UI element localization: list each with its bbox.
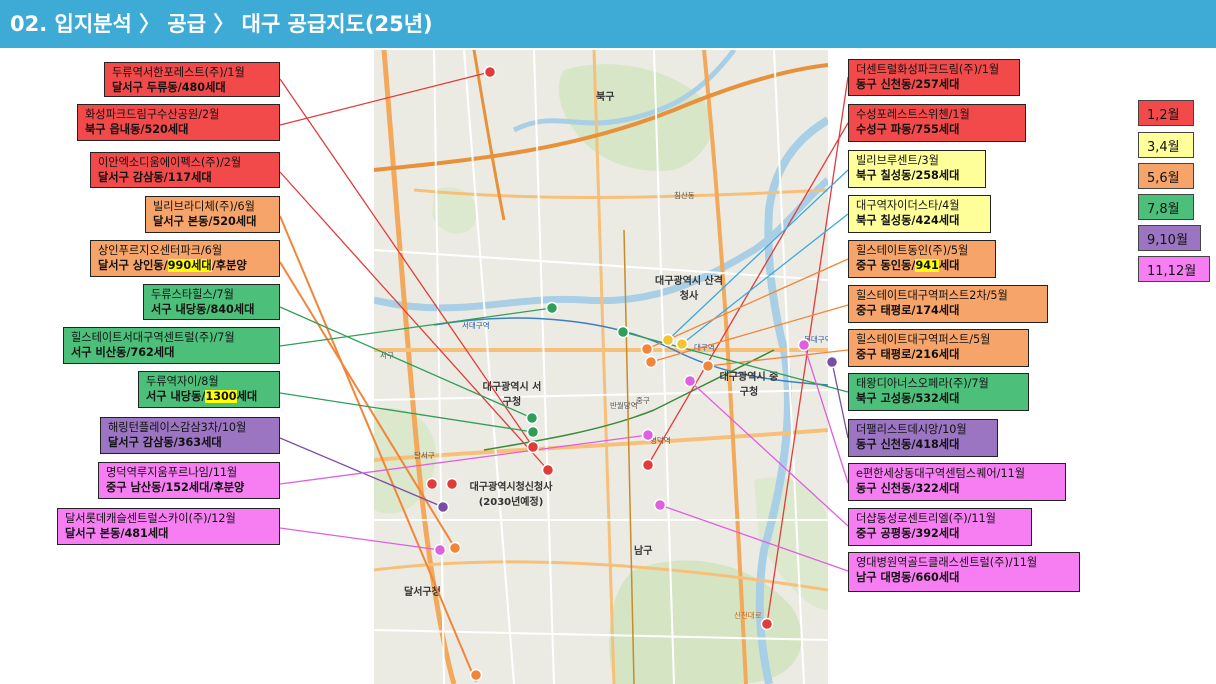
supply-box-detail: 달서구 감삼동/363세대 [108, 436, 222, 449]
supply-box-name: 대구역자이더스타/4월 [856, 199, 960, 212]
legend-item-5-6: 5,6월 [1138, 163, 1194, 189]
supply-box-left-2[interactable]: 이안엑소디움에이펙스(주)/2월 달서구 감삼동/117세대 [90, 152, 280, 188]
supply-box-detail: 북구 칠성동/424세대 [856, 214, 960, 227]
supply-box-detail: 동구 신천동/322세대 [856, 482, 960, 495]
supply-box-detail: 서구 내당동/1300세대 [146, 389, 273, 404]
supply-box-detail: 달서구 본동/520세대 [153, 215, 257, 228]
supply-box-detail: 중구 남산동/152세대/후분양 [106, 481, 245, 494]
supply-box-right-10[interactable]: 더샵동성로센트리엘(주)/11월 중구 공평동/392세대 [848, 508, 1032, 546]
supply-box-right-1[interactable]: 수성포레스트스위첸/1월 수성구 파동/755세대 [848, 104, 1026, 142]
detail-suffix: 세대 [236, 390, 258, 403]
supply-box-name: 두류역서한포레스트(주)/1월 [112, 66, 245, 79]
supply-box-right-9[interactable]: e편한세상동대구역센텀스퀘어/11월 동구 신천동/322세대 [848, 463, 1066, 501]
supply-box-name: 영대병원역골드클래스센트럴(주)/11월 [856, 556, 1038, 569]
legend-item-1-2: 1,2월 [1138, 100, 1194, 126]
supply-box-name: 힐스테이트대구역퍼스트/5월 [856, 333, 991, 346]
supply-box-right-6[interactable]: 힐스테이트대구역퍼스트/5월 중구 태평로/216세대 [848, 329, 1029, 367]
supply-box-name: 두류역자이/8월 [146, 375, 219, 388]
detail-prefix: 달서구 상인동/ [98, 259, 168, 272]
detail-suffix: /후분양 [211, 259, 247, 272]
supply-box-name: 상인푸르지오센터파크/6월 [98, 244, 223, 257]
supply-box-detail: 북구 읍내동/520세대 [85, 123, 189, 136]
supply-box-name: 명덕역루지움푸르나임/11월 [106, 466, 238, 479]
detail-highlight: 990세대 [167, 259, 212, 272]
supply-box-detail: 달서구 감삼동/117세대 [98, 171, 212, 184]
legend-item-9-10: 9,10월 [1138, 225, 1201, 251]
supply-box-name: 해링턴플레이스감삼3차/10월 [108, 421, 247, 434]
supply-box-detail: 북구 고성동/532세대 [856, 392, 960, 405]
supply-box-detail: 달서구 두류동/480세대 [112, 81, 226, 94]
supply-box-detail: 동구 신천동/418세대 [856, 438, 960, 451]
supply-box-detail: 수성구 파동/755세대 [856, 123, 960, 136]
supply-box-right-8[interactable]: 더팰리스트데시앙/10월 동구 신천동/418세대 [848, 419, 998, 457]
supply-box-name: 힐스테이트대구역퍼스트2차/5월 [856, 289, 1008, 302]
supply-box-right-7[interactable]: 태왕디아너스오페라(주)/7월 북구 고성동/532세대 [848, 373, 1029, 411]
supply-box-name: 이안엑소디움에이펙스(주)/2월 [98, 156, 242, 169]
supply-box-name: 힐스테이트동인(주)/5월 [856, 244, 969, 257]
supply-box-left-9[interactable]: 명덕역루지움푸르나임/11월 중구 남산동/152세대/후분양 [98, 462, 280, 499]
supply-box-name: e편한세상동대구역센텀스퀘어/11월 [856, 467, 1025, 480]
supply-box-detail: 서구 비산동/762세대 [71, 346, 175, 359]
supply-box-name: 더샵동성로센트리엘(주)/11월 [856, 512, 996, 525]
detail-highlight: 1300 [205, 390, 237, 403]
supply-box-detail: 달서구 상인동/990세대/후분양 [98, 258, 273, 273]
supply-box-right-2[interactable]: 빌리브루센트/3월 북구 칠성동/258세대 [848, 150, 986, 188]
supply-box-left-0[interactable]: 두류역서한포레스트(주)/1월 달서구 두류동/480세대 [104, 62, 280, 97]
supply-box-name: 달서롯데캐슬센트럴스카이(주)/12월 [65, 512, 236, 525]
supply-box-detail: 중구 태평로/174세대 [856, 304, 960, 317]
supply-box-name: 두류스타힐스/7월 [151, 288, 234, 301]
supply-box-right-0[interactable]: 더센트럴화성파크드림(주)/1월 동구 신천동/257세대 [848, 59, 1020, 96]
detail-prefix: 중구 동인동/ [856, 259, 916, 272]
supply-box-name: 빌리브라디체(주)/6월 [153, 200, 255, 213]
supply-box-right-5[interactable]: 힐스테이트대구역퍼스트2차/5월 중구 태평로/174세대 [848, 285, 1048, 323]
supply-box-left-8[interactable]: 해링턴플레이스감삼3차/10월 달서구 감삼동/363세대 [100, 417, 280, 454]
supply-box-name: 화성파크드림구수산공원/2월 [85, 108, 220, 121]
detail-prefix: 서구 내당동/ [146, 390, 206, 403]
supply-box-name: 빌리브루센트/3월 [856, 154, 939, 167]
supply-box-left-6[interactable]: 힐스테이트서대구역센트럴(주)/7월 서구 비산동/762세대 [63, 327, 280, 364]
supply-box-detail: 동구 신천동/257세대 [856, 78, 960, 91]
supply-box-detail: 달서구 본동/481세대 [65, 527, 169, 540]
supply-box-detail: 남구 대명동/660세대 [856, 571, 960, 584]
supply-box-left-3[interactable]: 빌리브라디체(주)/6월 달서구 본동/520세대 [145, 196, 280, 233]
supply-box-left-10[interactable]: 달서롯데캐슬센트럴스카이(주)/12월 달서구 본동/481세대 [57, 508, 280, 545]
supply-box-left-5[interactable]: 두류스타힐스/7월 서구 내당동/840세대 [143, 284, 280, 320]
detail-suffix: 세대 [938, 259, 960, 272]
supply-box-name: 수성포레스트스위첸/1월 [856, 108, 970, 121]
legend-item-3-4: 3,4월 [1138, 132, 1194, 158]
legend-item-7-8: 7,8월 [1138, 194, 1194, 220]
supply-box-detail: 중구 공평동/392세대 [856, 527, 960, 540]
legend-item-11-12: 11,12월 [1138, 256, 1210, 282]
supply-box-detail: 중구 동인동/941세대 [856, 258, 989, 273]
supply-box-name: 태왕디아너스오페라(주)/7월 [856, 377, 989, 390]
supply-box-name: 더센트럴화성파크드림(주)/1월 [856, 63, 1000, 76]
supply-box-left-7[interactable]: 두류역자이/8월 서구 내당동/1300세대 [138, 371, 280, 408]
supply-box-left-4[interactable]: 상인푸르지오센터파크/6월 달서구 상인동/990세대/후분양 [90, 240, 280, 277]
supply-box-right-11[interactable]: 영대병원역골드클래스센트럴(주)/11월 남구 대명동/660세대 [848, 552, 1080, 592]
supply-box-right-4[interactable]: 힐스테이트동인(주)/5월 중구 동인동/941세대 [848, 240, 996, 278]
supply-box-left-1[interactable]: 화성파크드림구수산공원/2월 북구 읍내동/520세대 [77, 104, 280, 141]
detail-highlight: 941 [915, 259, 939, 272]
supply-box-detail: 중구 태평로/216세대 [856, 348, 960, 361]
supply-box-name: 더팰리스트데시앙/10월 [856, 423, 967, 436]
supply-box-right-3[interactable]: 대구역자이더스타/4월 북구 칠성동/424세대 [848, 195, 991, 233]
supply-box-name: 힐스테이트서대구역센트럴(주)/7월 [71, 331, 235, 344]
supply-box-detail: 서구 내당동/840세대 [151, 303, 255, 316]
supply-box-detail: 북구 칠성동/258세대 [856, 169, 960, 182]
